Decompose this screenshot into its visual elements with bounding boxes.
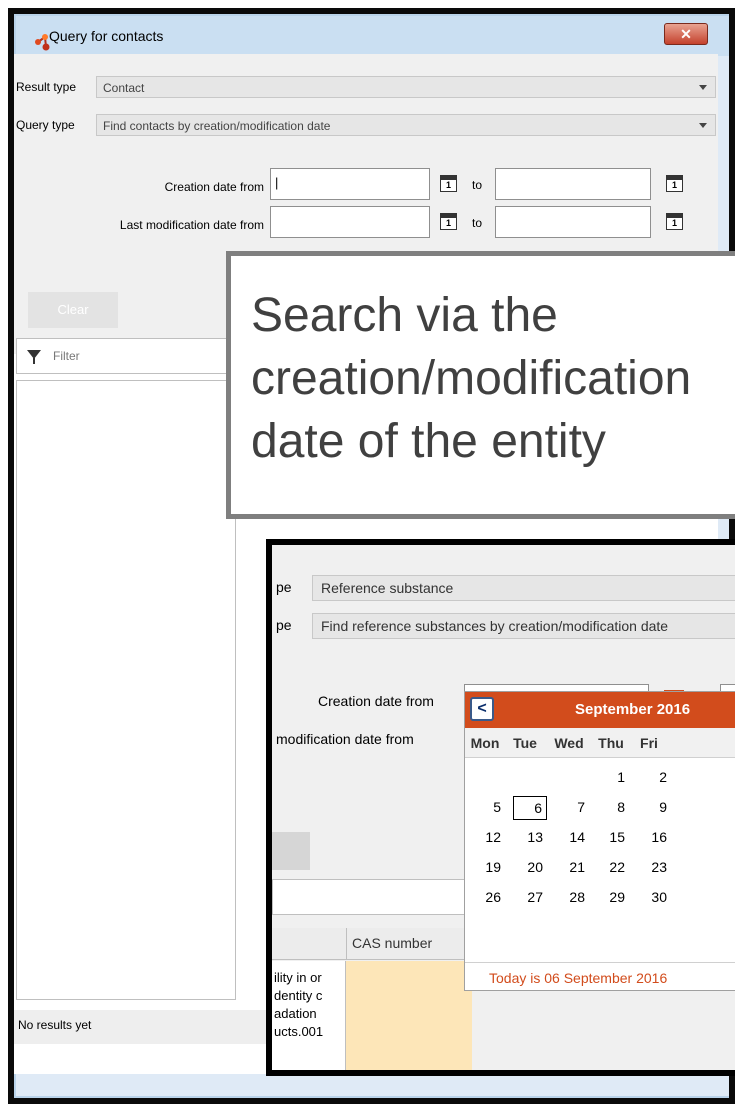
calendar-day[interactable]: 16 [637, 826, 671, 850]
result-type-select[interactable]: Contact [96, 76, 716, 98]
inset-column-header-cas[interactable]: CAS number [352, 935, 432, 951]
calendar-footer: Today is 06 September 2016 [465, 962, 735, 992]
inset-creation-date-label: Creation date from [318, 693, 434, 709]
previous-month-button[interactable]: < [470, 697, 494, 721]
inset-screenshot: pe Reference substance pe Find reference… [266, 539, 735, 1076]
inset-cell-text: adation [274, 1006, 317, 1021]
calendar-day[interactable]: 20 [513, 856, 547, 880]
calendar-day[interactable]: 27 [513, 886, 547, 910]
filter-input[interactable]: Filter [16, 338, 236, 374]
result-type-value: Contact [103, 81, 145, 95]
inset-result-type-select[interactable]: Reference substance [312, 575, 735, 601]
to-label: to [472, 216, 483, 230]
query-type-value: Find contacts by creation/modification d… [103, 119, 331, 133]
callout-line: Search via the [251, 289, 558, 342]
query-type-label: Query type [16, 118, 75, 132]
calendar-day[interactable]: 7 [555, 796, 589, 820]
calendar-day[interactable]: 13 [513, 826, 547, 850]
calendar-day[interactable]: 23 [637, 856, 671, 880]
calendar-day-selected[interactable]: 6 [513, 796, 547, 820]
inset-cell-text: dentity c [274, 988, 323, 1003]
today-link[interactable]: Today is 06 September 2016 [489, 970, 667, 986]
calendar-month-label: September 2016 [575, 701, 691, 718]
modification-date-from-label: Last modification date from [119, 218, 264, 232]
creation-date-to-input[interactable] [495, 168, 651, 200]
calendar-day[interactable]: 2 [637, 766, 671, 790]
inset-query-type-select[interactable]: Find reference substances by creation/mo… [312, 613, 735, 639]
query-type-select[interactable]: Find contacts by creation/modification d… [96, 114, 716, 136]
weekday-header: Mon Tue Wed Thu Fri [465, 728, 735, 758]
status-text: No results yet [18, 1018, 92, 1032]
filter-placeholder: Filter [53, 349, 80, 363]
inset-modification-date-label: modification date from [276, 731, 414, 747]
callout-text: Search via the creation/modification dat… [251, 284, 735, 473]
results-list[interactable] [16, 380, 236, 1000]
modification-date-from-input[interactable] [270, 206, 430, 238]
inset-content: pe Reference substance pe Find reference… [272, 545, 735, 1070]
dialog-title: Query for contacts [49, 28, 164, 44]
callout-box: Search via the creation/modification dat… [226, 251, 735, 519]
calendar-day[interactable]: 14 [555, 826, 589, 850]
weekday-label: Thu [598, 735, 624, 751]
calendar-day[interactable]: 12 [471, 826, 505, 850]
inset-filter-input[interactable] [272, 879, 472, 915]
weekday-label: Wed [554, 735, 584, 751]
calendar-icon[interactable]: 1 [666, 175, 683, 192]
calendar-day[interactable]: 5 [471, 796, 505, 820]
calendar-day[interactable]: 22 [595, 856, 629, 880]
result-type-label: Result type [16, 80, 77, 94]
calendar-day[interactable]: 29 [595, 886, 629, 910]
clear-button[interactable]: Clear [28, 292, 118, 328]
calendar-popup: < September 2016 Mon Tue Wed Thu Fri 12 5… [464, 691, 735, 991]
inset-table-cell[interactable]: ility in or dentity c adation ucts.001 [272, 961, 346, 1070]
calendar-day[interactable]: 26 [471, 886, 505, 910]
to-label: to [472, 178, 483, 192]
calendar-day[interactable]: 8 [595, 796, 629, 820]
chevron-down-icon [699, 85, 707, 90]
inset-result-type-label: pe [276, 579, 292, 595]
chevron-down-icon [699, 123, 707, 128]
inset-clear-button[interactable] [272, 832, 310, 870]
calendar-day[interactable]: 15 [595, 826, 629, 850]
modification-date-to-input[interactable] [495, 206, 651, 238]
filter-icon-stem [33, 358, 35, 364]
calendar-icon[interactable]: 1 [666, 213, 683, 230]
inset-column-divider [346, 928, 347, 960]
calendar-day[interactable]: 19 [471, 856, 505, 880]
weekday-label: Fri [640, 735, 658, 751]
close-button[interactable]: ✕ [664, 23, 708, 45]
calendar-day[interactable]: 30 [637, 886, 671, 910]
creation-date-from-label: Creation date from [164, 180, 264, 194]
weekday-label: Mon [470, 735, 500, 751]
weekday-label: Tue [513, 735, 537, 751]
calendar-day[interactable]: 9 [637, 796, 671, 820]
creation-date-from-input[interactable]: | [270, 168, 430, 200]
calendar-day[interactable]: 28 [555, 886, 589, 910]
calendar-day[interactable]: 1 [595, 766, 629, 790]
inset-query-type-label: pe [276, 617, 292, 633]
calendar-icon[interactable]: 1 [440, 213, 457, 230]
inset-cell-text: ility in or [274, 970, 322, 985]
calendar-day[interactable]: 21 [555, 856, 589, 880]
calendar-header: < September 2016 [465, 692, 735, 728]
callout-line: date of the entity [251, 415, 606, 468]
calendar-icon[interactable]: 1 [440, 175, 457, 192]
callout-line: creation/modification [251, 352, 692, 405]
inset-cell-text: ucts.001 [274, 1024, 324, 1039]
